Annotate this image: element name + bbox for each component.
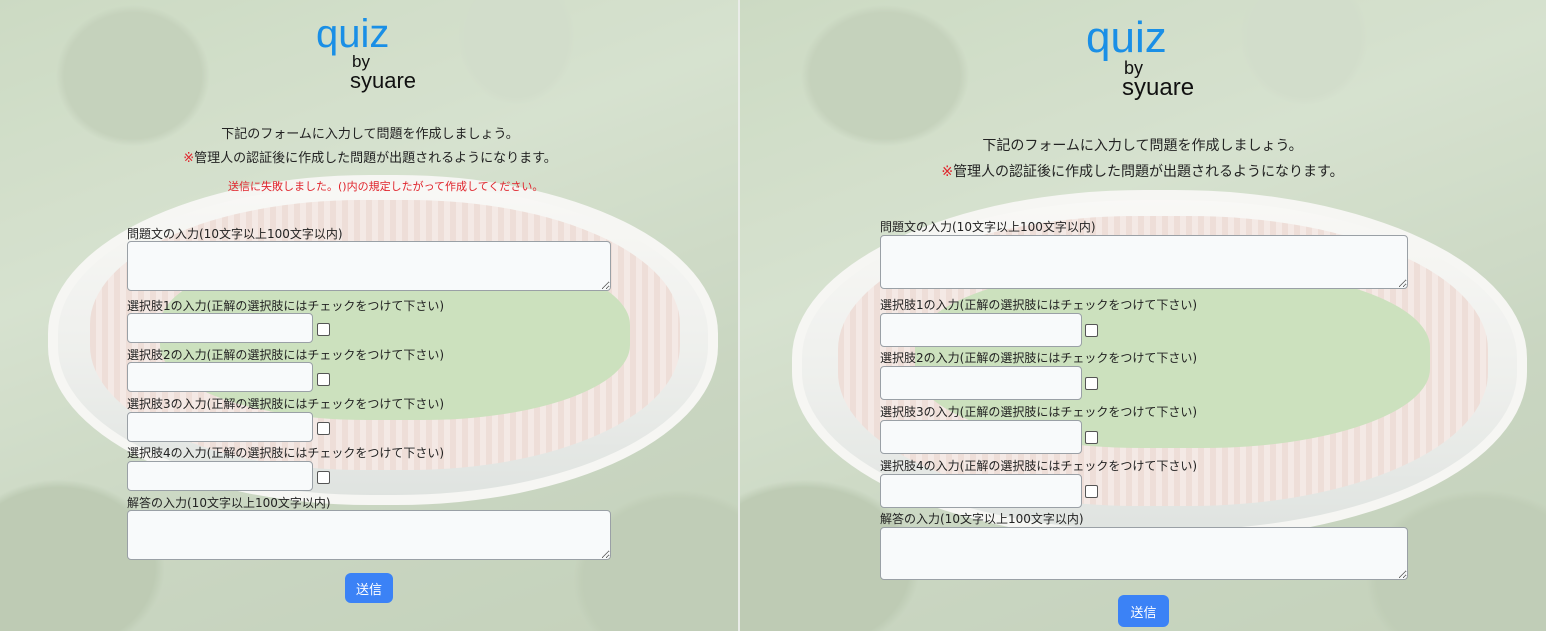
choice4-correct-checkbox[interactable] <box>1085 485 1098 498</box>
site-logo: quiz by syuare <box>316 14 416 92</box>
choice2-correct-checkbox[interactable] <box>317 373 330 386</box>
choice4-input[interactable] <box>880 474 1082 508</box>
question-label: 問題文の入力(10文字以上100文字以内) <box>127 227 343 241</box>
question-textarea[interactable] <box>127 241 611 291</box>
answer-label: 解答の入力(10文字以上100文字以内) <box>880 512 1084 526</box>
question-textarea[interactable] <box>880 235 1408 289</box>
choice3-input[interactable] <box>127 412 313 442</box>
logo-title: quiz <box>1086 13 1167 62</box>
choice3-label: 選択肢3の入力(正解の選択肢にはチェックをつけて下さい) <box>880 405 1198 419</box>
choice4-input[interactable] <box>127 461 313 491</box>
choice3-input[interactable] <box>880 420 1082 454</box>
submit-button[interactable]: 送信 <box>345 573 393 603</box>
choice1-correct-checkbox[interactable] <box>1085 324 1098 337</box>
quiz-form-page-left: quiz by syuare 下記のフォームに入力して問題を作成しましょう。 ※… <box>0 0 738 631</box>
choice4-label: 選択肢4の入力(正解の選択肢にはチェックをつけて下さい) <box>880 459 1198 473</box>
choice3-correct-checkbox[interactable] <box>317 422 330 435</box>
choice3-label: 選択肢3の入力(正解の選択肢にはチェックをつけて下さい) <box>127 397 445 411</box>
choice4-label: 選択肢4の入力(正解の選択肢にはチェックをつけて下さい) <box>127 446 445 460</box>
intro-line-2: ※管理人の認証後に作成した問題が出題されるようになります。 <box>941 164 1344 180</box>
intro-text: 下記のフォームに入力して問題を作成しましょう。 ※管理人の認証後に作成した問題が… <box>880 133 1405 185</box>
logo-title: quiz <box>316 12 390 56</box>
choice1-input[interactable] <box>880 313 1082 347</box>
notice-mark: ※ <box>183 151 195 166</box>
choice2-correct-checkbox[interactable] <box>1085 377 1098 390</box>
choice1-correct-checkbox[interactable] <box>317 323 330 336</box>
logo-author: syuare <box>1122 74 1195 101</box>
error-message: 送信に失敗しました。()内の規定したがって作成してください。 <box>228 180 544 193</box>
choice1-input[interactable] <box>127 313 313 343</box>
choice1-label: 選択肢1の入力(正解の選択肢にはチェックをつけて下さい) <box>127 299 445 313</box>
intro-line-1: 下記のフォームに入力して問題を作成しましょう。 <box>221 127 519 142</box>
submit-button[interactable]: 送信 <box>1118 595 1169 627</box>
choice4-correct-checkbox[interactable] <box>317 471 330 484</box>
question-label: 問題文の入力(10文字以上100文字以内) <box>880 220 1096 234</box>
choice3-correct-checkbox[interactable] <box>1085 431 1098 444</box>
choice2-label: 選択肢2の入力(正解の選択肢にはチェックをつけて下さい) <box>127 348 445 362</box>
answer-textarea[interactable] <box>127 510 611 560</box>
choice2-input[interactable] <box>880 366 1082 400</box>
choice2-input[interactable] <box>127 362 313 392</box>
site-logo: quiz by syuare <box>1086 16 1194 100</box>
quiz-form-page-right: quiz by syuare 下記のフォームに入力して問題を作成しましょう。 ※… <box>740 0 1546 631</box>
logo-author: syuare <box>350 68 417 93</box>
answer-textarea[interactable] <box>880 527 1408 580</box>
choice1-label: 選択肢1の入力(正解の選択肢にはチェックをつけて下さい) <box>880 298 1198 312</box>
answer-label: 解答の入力(10文字以上100文字以内) <box>127 496 331 510</box>
notice-mark: ※ <box>941 164 954 180</box>
intro-text: 下記のフォームに入力して問題を作成しましょう。 ※管理人の認証後に作成した問題が… <box>120 123 620 171</box>
intro-line-1: 下記のフォームに入力して問題を作成しましょう。 <box>982 138 1303 154</box>
choice2-label: 選択肢2の入力(正解の選択肢にはチェックをつけて下さい) <box>880 351 1198 365</box>
intro-line-2: ※管理人の認証後に作成した問題が出題されるようになります。 <box>183 151 557 166</box>
